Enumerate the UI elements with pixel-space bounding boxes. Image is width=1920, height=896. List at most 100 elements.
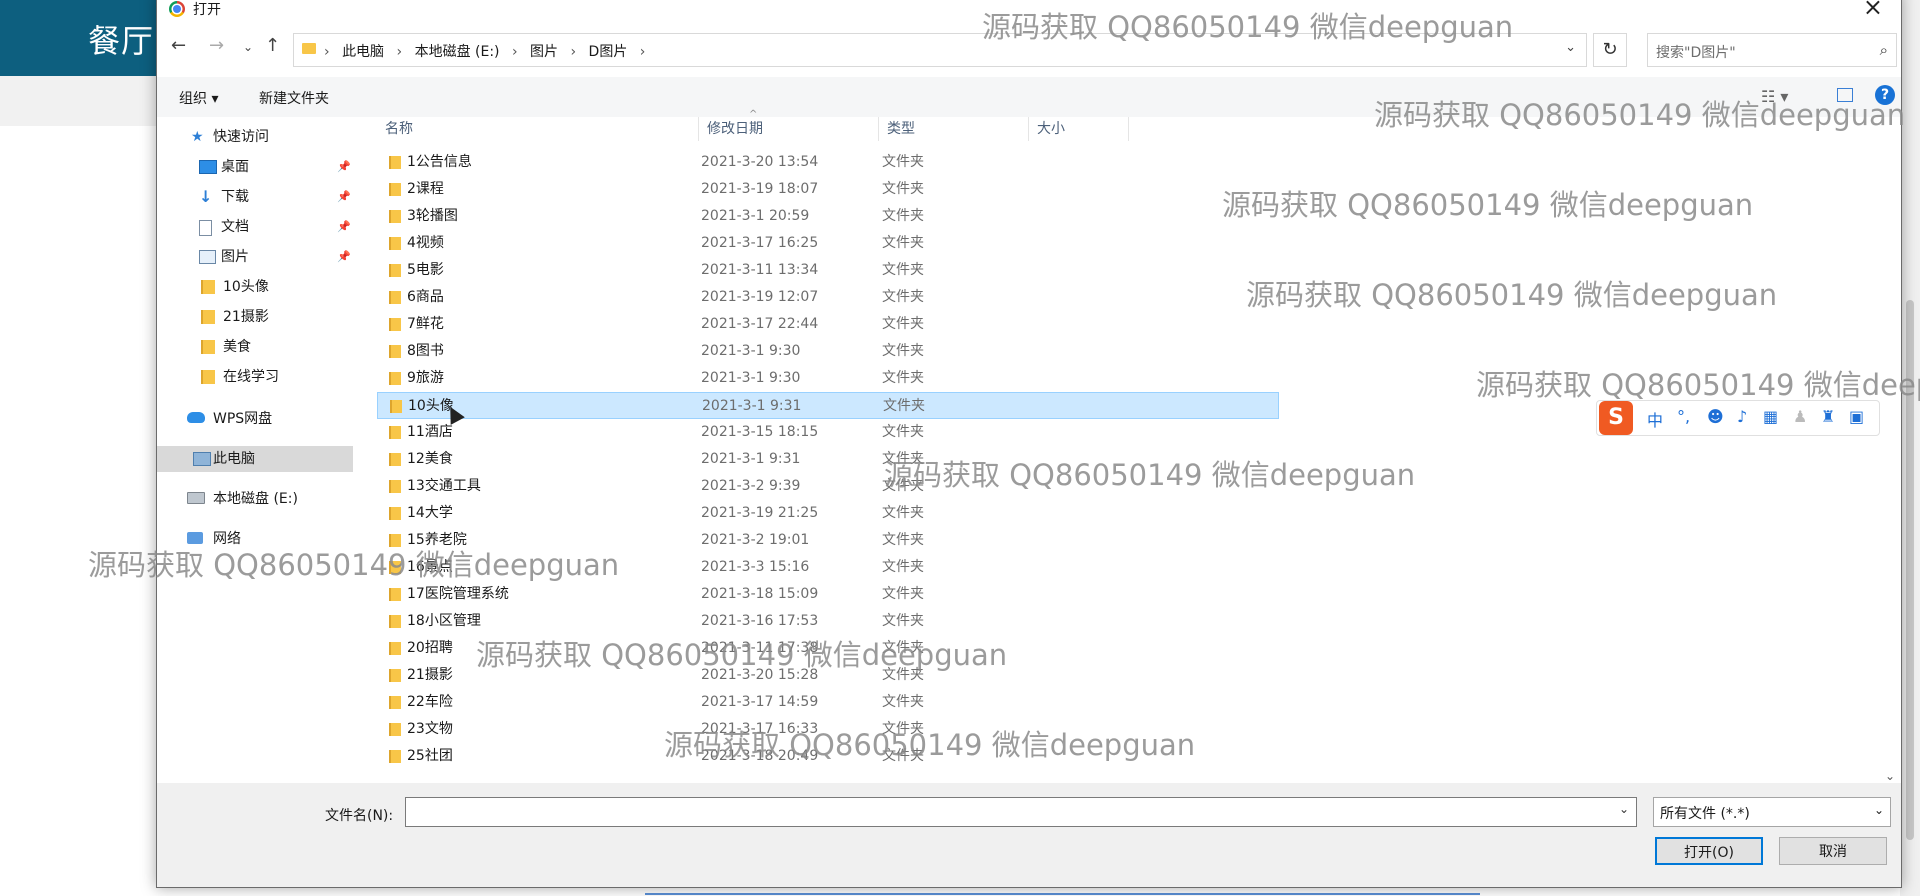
background-page-title: 餐厅 xyxy=(88,22,155,60)
nav-pane-item[interactable]: 图片 📌 xyxy=(157,244,353,270)
pin-icon[interactable]: 📌 xyxy=(337,184,351,210)
search-input[interactable]: 搜索"D图片" xyxy=(1656,42,1736,62)
nav-pane-item[interactable]: 21摄影 xyxy=(157,304,353,330)
nav-pane-item[interactable]: 桌面 📌 xyxy=(157,154,353,180)
nav-pane-item-label: 网络 xyxy=(213,531,241,547)
forward-arrow-icon[interactable]: → xyxy=(209,35,224,56)
file-list-scrollbar[interactable]: ⌄ xyxy=(1883,117,1899,783)
breadcrumb-item[interactable]: 此电脑 xyxy=(342,44,384,60)
nav-pane-item[interactable]: 网络 xyxy=(157,526,353,552)
nav-pane-item[interactable]: 本地磁盘 (E:) xyxy=(157,486,353,512)
cancel-button[interactable]: 取消 xyxy=(1779,837,1887,865)
pin-icon[interactable]: 📌 xyxy=(337,244,351,270)
file-name: 12美食 xyxy=(407,451,453,467)
search-icon[interactable]: ⌕ xyxy=(1880,41,1888,59)
organize-button[interactable]: 组织 ▾ xyxy=(179,88,218,108)
folder-icon xyxy=(389,453,401,466)
nav-pane-item[interactable]: 在线学习 xyxy=(157,364,353,390)
nav-pane-item[interactable]: WPS网盘 xyxy=(157,406,353,432)
file-type-dropdown-icon[interactable]: ⌄ xyxy=(1874,803,1884,817)
file-row[interactable]: 8图书 2021-3-1 9:30 文件夹 xyxy=(377,338,1279,365)
column-header-name[interactable]: 名称 xyxy=(377,117,699,141)
file-row[interactable]: 16景点 2021-3-3 15:16 文件夹 xyxy=(377,554,1279,581)
nav-pane-item[interactable]: 文档 📌 xyxy=(157,214,353,240)
file-row[interactable]: 7鲜花 2021-3-17 22:44 文件夹 xyxy=(377,311,1279,338)
toolbox-icon[interactable]: ▣ xyxy=(1849,407,1864,426)
view-options-icon[interactable]: ☷ ▾ xyxy=(1761,87,1788,106)
filename-input[interactable] xyxy=(405,797,1637,827)
file-row[interactable]: 4视频 2021-3-17 16:25 文件夹 xyxy=(377,230,1279,257)
column-header-date[interactable]: 修改日期 xyxy=(699,117,879,141)
up-arrow-icon[interactable]: ↑ xyxy=(265,35,280,56)
skin-icon[interactable]: ♜ xyxy=(1821,407,1835,426)
address-bar[interactable]: › 此电脑 › 本地磁盘 (E:) › 图片 › D图片 › ⌄ xyxy=(293,33,1587,67)
file-row[interactable]: 10头像 2021-3-1 9:31 文件夹 xyxy=(377,392,1279,419)
back-arrow-icon[interactable]: ← xyxy=(171,35,186,56)
keyboard-icon[interactable]: ▦ xyxy=(1763,407,1778,426)
desktop-icon xyxy=(199,160,217,174)
page-scrollbar-thumb[interactable] xyxy=(1906,300,1914,840)
file-type-select[interactable]: 所有文件 (*.*) ⌄ xyxy=(1653,797,1891,827)
file-date: 2021-3-11 13:34 xyxy=(701,262,819,278)
file-name: 15养老院 xyxy=(407,532,467,548)
file-name: 20招聘 xyxy=(407,640,453,656)
nav-pane-item[interactable]: 美食 xyxy=(157,334,353,360)
pin-icon[interactable]: 📌 xyxy=(337,154,351,180)
file-type: 文件夹 xyxy=(882,154,924,170)
file-row[interactable]: 2课程 2021-3-19 18:07 文件夹 xyxy=(377,176,1279,203)
column-header-size[interactable]: 大小 xyxy=(1029,117,1129,141)
new-folder-button[interactable]: 新建文件夹 xyxy=(259,88,329,108)
file-row[interactable]: 3轮播图 2021-3-1 20:59 文件夹 xyxy=(377,203,1279,230)
breadcrumb-item[interactable]: 本地磁盘 (E:) xyxy=(415,44,500,60)
scroll-down-arrow-icon[interactable]: ⌄ xyxy=(1885,769,1895,783)
address-dropdown-icon[interactable]: ⌄ xyxy=(1565,40,1576,55)
refresh-icon[interactable]: ↻ xyxy=(1593,33,1627,67)
file-row[interactable]: 15养老院 2021-3-2 19:01 文件夹 xyxy=(377,527,1279,554)
file-row[interactable]: 14大学 2021-3-19 21:25 文件夹 xyxy=(377,500,1279,527)
file-list-header: 名称 ^ 修改日期 类型 大小 xyxy=(377,109,1287,141)
emoji-icon[interactable]: ☻ xyxy=(1707,407,1724,426)
user-icon[interactable]: ♟ xyxy=(1793,407,1807,426)
sogou-ime-logo[interactable]: S xyxy=(1599,401,1633,435)
nav-pane-item[interactable]: 10头像 xyxy=(157,274,353,300)
file-row[interactable]: 18小区管理 2021-3-16 17:53 文件夹 xyxy=(377,608,1279,635)
file-row[interactable]: 21摄影 2021-3-20 15:28 文件夹 xyxy=(377,662,1279,689)
file-row[interactable]: 9旅游 2021-3-1 9:30 文件夹 xyxy=(377,365,1279,392)
nav-pane-item[interactable]: ↓ 下载 📌 xyxy=(157,184,353,210)
pin-icon[interactable]: 📌 xyxy=(337,214,351,240)
close-icon[interactable]: × xyxy=(1863,0,1883,21)
dialog-titlebar: 打开 × xyxy=(157,0,1901,21)
file-row[interactable]: 12美食 2021-3-1 9:31 文件夹 xyxy=(377,446,1279,473)
recent-locations-chevron-icon[interactable]: ⌄ xyxy=(243,40,253,54)
ime-mode-toggle[interactable]: 中 xyxy=(1647,407,1663,431)
file-row[interactable]: 13交通工具 2021-3-2 9:39 文件夹 xyxy=(377,473,1279,500)
file-date: 2021-3-1 20:59 xyxy=(701,208,810,224)
file-row[interactable]: 23文物 2021-3-17 16:33 文件夹 xyxy=(377,716,1279,743)
file-row[interactable]: 25社团 2021-3-18 20:49 文件夹 xyxy=(377,743,1279,770)
nav-pane-item[interactable]: 此电脑 xyxy=(157,446,353,472)
file-name: 16景点 xyxy=(407,559,453,575)
column-header-type[interactable]: 类型 xyxy=(879,117,1029,141)
search-box[interactable]: 搜索"D图片" ⌕ xyxy=(1647,33,1897,67)
microphone-icon[interactable]: ♪ xyxy=(1737,407,1747,426)
page-scrollbar[interactable] xyxy=(1900,0,1920,896)
file-row[interactable]: 11酒店 2021-3-15 18:15 文件夹 xyxy=(377,419,1279,446)
file-row[interactable]: 1公告信息 2021-3-20 13:54 文件夹 xyxy=(377,149,1279,176)
file-list: 1公告信息 2021-3-20 13:54 文件夹 2课程 2021-3-19 18:0… xyxy=(377,149,1289,779)
breadcrumb-item[interactable]: D图片 xyxy=(589,44,628,60)
file-row[interactable]: 5电影 2021-3-11 13:34 文件夹 xyxy=(377,257,1279,284)
file-row[interactable]: 22车险 2021-3-17 14:59 文件夹 xyxy=(377,689,1279,716)
file-row[interactable]: 6商品 2021-3-19 12:07 文件夹 xyxy=(377,284,1279,311)
file-name: 9旅游 xyxy=(407,370,444,386)
file-row[interactable]: 17医院管理系统 2021-3-18 15:09 文件夹 xyxy=(377,581,1279,608)
folder-icon xyxy=(389,507,401,520)
punctuation-icon[interactable]: °, xyxy=(1677,407,1690,426)
preview-pane-icon[interactable] xyxy=(1837,88,1853,102)
nav-pane-item[interactable]: ★ 快速访问 xyxy=(157,124,353,150)
file-date: 2021-3-15 18:15 xyxy=(701,424,819,440)
open-button[interactable]: 打开(O) xyxy=(1655,837,1763,865)
file-date: 2021-3-16 17:53 xyxy=(701,613,819,629)
file-row[interactable]: 20招聘 2021-3-11 17:38 文件夹 xyxy=(377,635,1279,662)
help-icon[interactable]: ? xyxy=(1875,85,1895,105)
breadcrumb-item[interactable]: 图片 xyxy=(530,44,558,60)
